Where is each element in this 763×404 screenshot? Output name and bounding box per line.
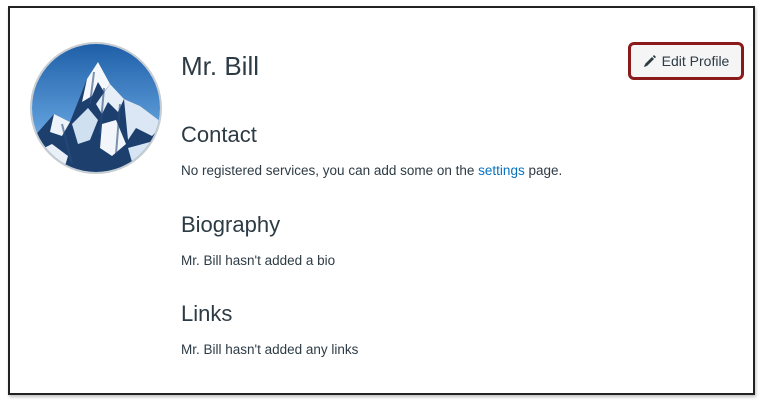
- contact-heading: Contact: [181, 122, 257, 147]
- links-text: Mr. Bill hasn't added any links: [181, 342, 359, 357]
- contact-text: No registered services, you can add some…: [181, 163, 562, 178]
- avatar: [30, 42, 162, 174]
- edit-profile-label: Edit Profile: [661, 53, 730, 69]
- links-heading: Links: [181, 301, 233, 326]
- profile-panel: Mr. Bill Edit Profile Contact No registe…: [8, 6, 755, 395]
- pencil-icon: [643, 54, 656, 68]
- contact-text-after: page.: [524, 163, 563, 178]
- avatar-mountain-image: [32, 44, 160, 172]
- settings-link[interactable]: settings: [478, 163, 525, 178]
- contact-text-before: No registered services, you can add some…: [181, 163, 479, 178]
- biography-text: Mr. Bill hasn't added a bio: [181, 253, 336, 268]
- biography-heading: Biography: [181, 212, 281, 237]
- profile-name: Mr. Bill: [181, 51, 259, 81]
- edit-profile-button[interactable]: Edit Profile: [628, 42, 744, 80]
